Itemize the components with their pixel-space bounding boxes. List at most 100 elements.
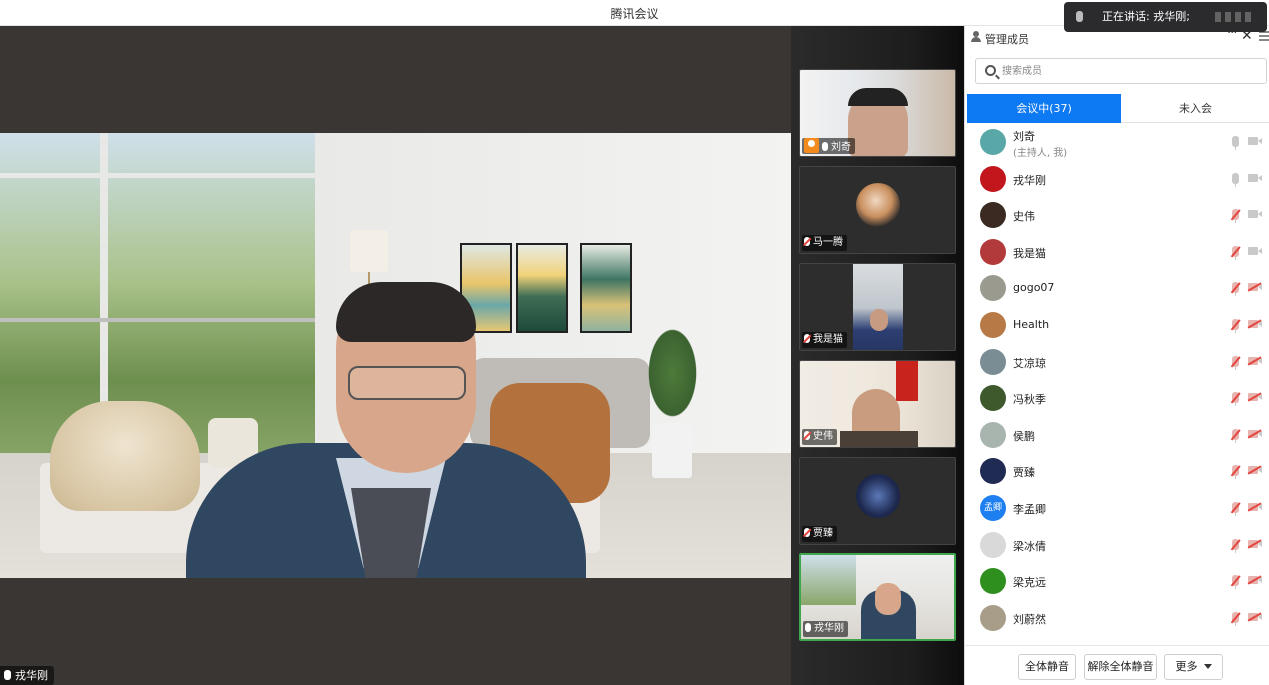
camera-off-icon[interactable] xyxy=(1248,503,1262,511)
member-row[interactable]: 刘奇 (主持人, 我) xyxy=(965,124,1269,160)
virtual-background xyxy=(0,133,791,578)
more-button[interactable]: 更多 xyxy=(1164,654,1223,680)
camera-off-icon[interactable] xyxy=(1248,466,1262,475)
avatar xyxy=(980,385,1006,412)
member-row[interactable]: 梁冰倩 xyxy=(965,527,1269,563)
microphone-icon xyxy=(1076,11,1083,22)
member-name: 梁冰倩 xyxy=(1013,539,1046,553)
camera-off-icon[interactable] xyxy=(1248,356,1262,365)
microphone-icon xyxy=(4,670,11,680)
camera-icon[interactable] xyxy=(1248,173,1262,182)
avatar xyxy=(980,129,1006,155)
avatar xyxy=(980,202,1006,229)
avatar xyxy=(980,604,1006,631)
tab-in-meeting[interactable]: 会议中(37) xyxy=(967,94,1121,123)
avatar xyxy=(856,183,900,227)
microphone-muted-icon[interactable] xyxy=(1232,245,1239,260)
avatar xyxy=(980,348,1006,375)
member-row[interactable]: 史伟 xyxy=(965,197,1269,233)
person-icon xyxy=(971,31,981,42)
member-name: 我是猫 xyxy=(1013,246,1046,260)
camera-icon[interactable] xyxy=(1248,210,1262,219)
video-thumb-mayiteng[interactable]: 马一腾 xyxy=(799,166,956,254)
microphone-muted-icon[interactable] xyxy=(1232,538,1239,553)
avatar xyxy=(856,474,900,518)
search-icon xyxy=(985,65,996,76)
camera-off-icon[interactable] xyxy=(1248,539,1262,548)
search-input[interactable] xyxy=(1002,62,1252,80)
main-video[interactable]: 戎华刚 xyxy=(0,26,791,685)
microphone-icon[interactable] xyxy=(1232,172,1239,187)
tab-not-joined[interactable]: 未入会 xyxy=(1121,94,1269,123)
unmute-all-button[interactable]: 解除全体静音 xyxy=(1084,654,1157,680)
avatar xyxy=(980,238,1006,265)
panel-footer: 全体静音 解除全体静音 更多 xyxy=(965,645,1269,685)
host-icon xyxy=(804,138,819,153)
camera-off-icon[interactable] xyxy=(1248,283,1262,292)
camera-off-icon[interactable] xyxy=(1248,393,1262,402)
camera-off-icon[interactable] xyxy=(1248,320,1262,328)
video-thumbnail-strip[interactable]: 刘奇 马一腾 我是猫 史伟 贾臻 戎华刚 xyxy=(791,26,964,685)
microphone-muted-icon[interactable] xyxy=(1232,282,1239,297)
camera-icon[interactable] xyxy=(1248,137,1262,145)
member-role: (主持人, 我) xyxy=(1013,148,1068,159)
member-name: 刘蔚然 xyxy=(1013,612,1046,626)
member-name: Health xyxy=(1013,318,1050,331)
microphone-muted-icon[interactable] xyxy=(1232,392,1239,407)
video-thumb-woshimao[interactable]: 我是猫 xyxy=(799,263,956,351)
camera-off-icon[interactable] xyxy=(1248,429,1262,438)
avatar xyxy=(980,165,1006,192)
member-name: 艾凉琼 xyxy=(1013,356,1046,370)
member-name: 刘奇 xyxy=(1013,130,1035,143)
member-row[interactable]: Health xyxy=(965,307,1269,343)
camera-icon[interactable] xyxy=(1248,246,1262,255)
microphone-muted-icon[interactable] xyxy=(1232,428,1239,443)
mute-all-button[interactable]: 全体静音 xyxy=(1018,654,1076,680)
member-row[interactable]: 艾凉琼 xyxy=(965,344,1269,380)
video-thumb-shiwei[interactable]: 史伟 xyxy=(799,360,956,448)
microphone-muted-icon[interactable] xyxy=(1232,502,1239,516)
avatar xyxy=(980,458,1006,485)
microphone-muted-icon xyxy=(804,431,810,440)
menu-icon[interactable] xyxy=(1259,31,1269,41)
speaking-indicator: 正在讲话: 戎华刚; xyxy=(1064,2,1267,32)
member-list[interactable]: 刘奇 (主持人, 我) 戎华刚史伟我是猫 gogo07 Health 艾凉琼冯秋季侯鹏贾臻… xyxy=(965,124,1269,644)
member-row[interactable]: gogo07 xyxy=(965,270,1269,306)
camera-off-icon[interactable] xyxy=(1248,612,1262,621)
microphone-muted-icon[interactable] xyxy=(1232,209,1239,224)
member-name: 戎华刚 xyxy=(1013,173,1046,187)
member-name: gogo07 xyxy=(1013,281,1055,295)
microphone-muted-icon[interactable] xyxy=(1232,319,1239,333)
member-row[interactable]: 戎华刚 xyxy=(965,161,1269,197)
member-row[interactable]: 刘蔚然 xyxy=(965,600,1269,636)
member-name: 史伟 xyxy=(1013,210,1035,224)
microphone-icon xyxy=(822,142,828,151)
avatar xyxy=(980,312,1006,338)
member-search[interactable] xyxy=(975,58,1267,84)
member-row[interactable]: 孟卿 李孟卿 xyxy=(965,490,1269,526)
member-name: 李孟卿 xyxy=(1013,503,1046,516)
member-row[interactable]: 冯秋季 xyxy=(965,380,1269,416)
microphone-icon xyxy=(805,623,811,632)
chevron-down-icon xyxy=(1203,664,1212,669)
microphone-icon[interactable] xyxy=(1232,136,1239,150)
panel-title: 管理成员 xyxy=(985,33,1029,46)
microphone-muted-icon[interactable] xyxy=(1232,355,1239,370)
microphone-muted-icon[interactable] xyxy=(1232,465,1239,480)
video-thumb-jiazhen[interactable]: 贾臻 xyxy=(799,457,956,545)
member-row[interactable]: 梁克远 xyxy=(965,563,1269,599)
video-thumb-ronghuagang[interactable]: 戎华刚 xyxy=(799,553,956,641)
member-name: 冯秋季 xyxy=(1013,393,1046,407)
microphone-muted-icon xyxy=(804,237,810,246)
member-name: 侯鹏 xyxy=(1013,429,1035,443)
member-row[interactable]: 侯鹏 xyxy=(965,417,1269,453)
member-row[interactable]: 贾臻 xyxy=(965,453,1269,489)
camera-off-icon[interactable] xyxy=(1248,576,1262,585)
microphone-muted-icon[interactable] xyxy=(1232,611,1239,626)
microphone-muted-icon xyxy=(804,528,810,537)
speaker-name-label: 戎华刚 xyxy=(0,666,54,685)
member-row[interactable]: 我是猫 xyxy=(965,234,1269,270)
video-thumb-liuqi[interactable]: 刘奇 xyxy=(799,69,956,157)
avatar xyxy=(980,275,1006,302)
microphone-muted-icon[interactable] xyxy=(1232,575,1239,590)
